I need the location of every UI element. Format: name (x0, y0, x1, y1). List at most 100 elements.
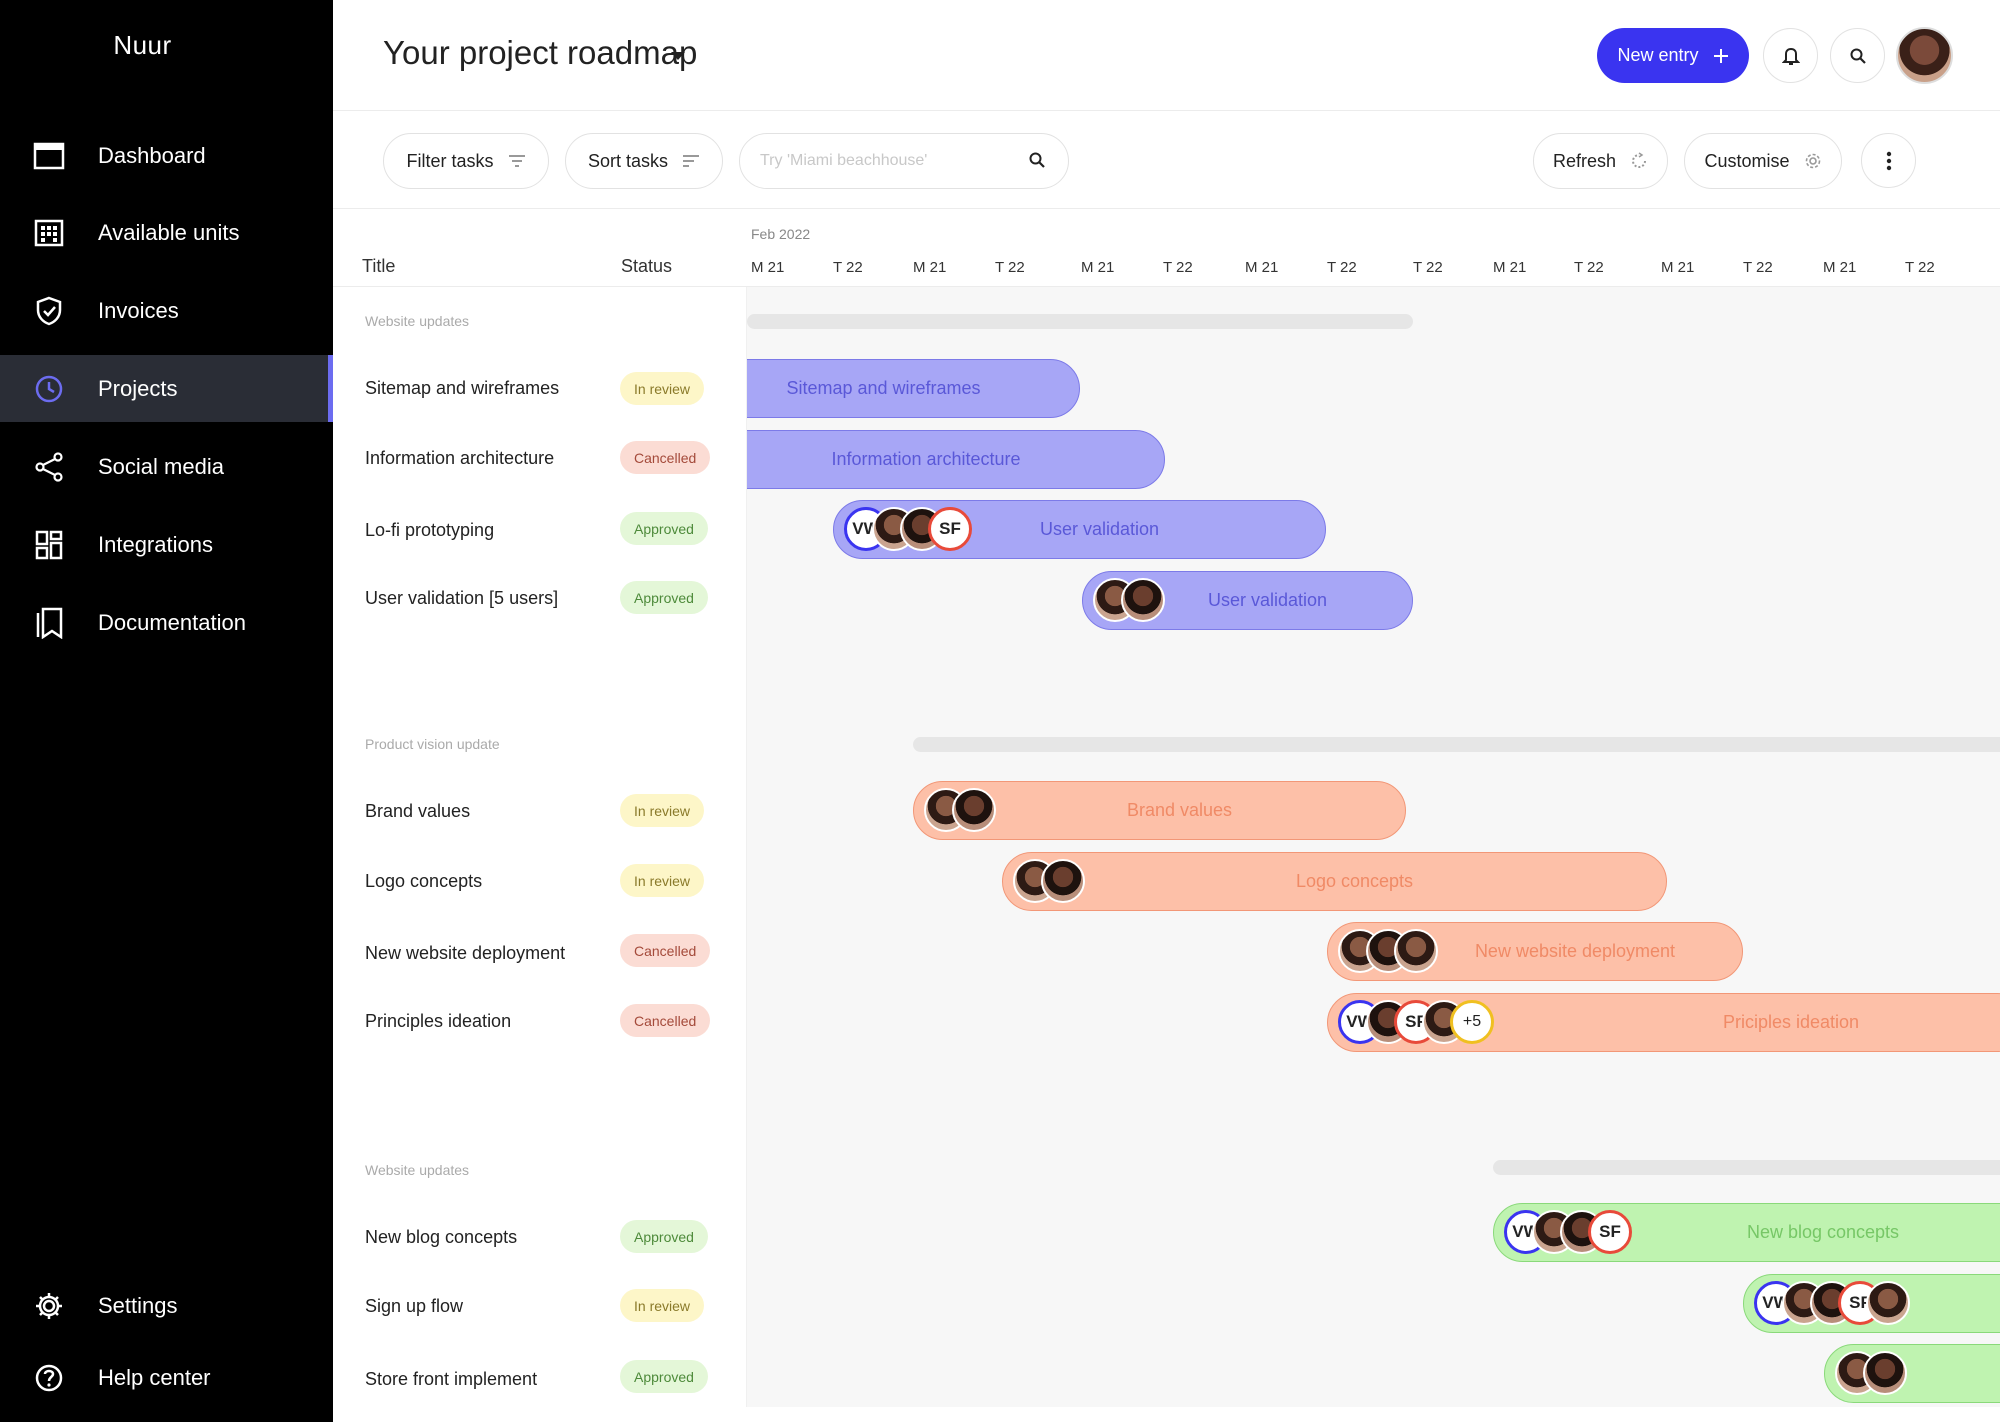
sidebar-item-label: Integrations (98, 531, 213, 557)
gantt-bar[interactable]: Information architecture (747, 430, 1165, 489)
task-title[interactable]: New blog concepts (365, 1227, 517, 1248)
task-title[interactable]: Principles ideation (365, 1011, 511, 1032)
sidebar-item-social-media[interactable]: Social media (0, 433, 333, 500)
gantt-bar-label: User validation (1039, 519, 1160, 539)
day-label: M 21 (1245, 259, 1279, 276)
sort-tasks-button[interactable]: Sort tasks (565, 133, 723, 189)
search-button[interactable] (1830, 28, 1885, 83)
dashboard-icon (33, 140, 65, 172)
task-title[interactable]: User validation [5 users] (365, 588, 558, 609)
sort-icon (683, 155, 700, 167)
sidebar-item-integrations[interactable]: Integrations (0, 511, 333, 578)
day-label: T 22 (995, 259, 1025, 276)
sidebar-item-label: Social media (98, 453, 224, 479)
group-label: Website updates (365, 313, 470, 329)
gantt-bar[interactable]: VW SF (1743, 1274, 2000, 1333)
customise-label: Customise (1704, 150, 1790, 171)
group-track (1493, 1160, 2000, 1175)
sidebar-item-dashboard[interactable]: Dashboard (0, 122, 333, 189)
sidebar-item-available-units[interactable]: Available units (0, 199, 333, 266)
day-label: M 21 (1661, 259, 1695, 276)
status-badge: In review (620, 372, 705, 405)
status-badge: Approved (620, 581, 708, 614)
user-avatar[interactable] (1896, 27, 1953, 84)
customise-button[interactable]: Customise (1684, 133, 1842, 189)
avatar[interactable] (1863, 1351, 1907, 1395)
day-label: T 22 (1163, 259, 1193, 276)
gantt-bar-label: New website deployment (1474, 941, 1676, 961)
task-title[interactable]: Sign up flow (365, 1296, 463, 1317)
chevron-down-icon[interactable] (671, 52, 685, 60)
task-title[interactable]: Lo-fi prototyping (365, 520, 494, 541)
gantt-bar[interactable] (1824, 1344, 2000, 1403)
status-badge: In review (620, 1289, 705, 1322)
gantt-bar[interactable]: VW SF +5 Priciples ideation (1327, 993, 2000, 1052)
task-title[interactable]: Brand values (365, 801, 470, 822)
day-label: M 21 (913, 259, 947, 276)
status-badge: Approved (620, 512, 708, 545)
sidebar: Nuur Dashboard Available units Invoices … (0, 0, 333, 1422)
sidebar-item-label: Documentation (98, 609, 246, 635)
filter-icon (508, 155, 525, 167)
filter-tasks-button[interactable]: Filter tasks (383, 133, 549, 189)
brand-logo: Nuur (113, 30, 172, 60)
month-label: Feb 2022 (751, 226, 811, 242)
day-label: T 22 (833, 259, 863, 276)
new-entry-button[interactable]: New entry (1597, 28, 1749, 83)
sidebar-item-label: Invoices (98, 297, 179, 323)
status-badge: Approved (620, 1360, 708, 1393)
status-badge: Cancelled (620, 934, 711, 967)
avatar[interactable] (1866, 1281, 1910, 1325)
gantt-bar-label: Brand values (1126, 800, 1233, 820)
column-status-header: Status (621, 256, 673, 276)
gantt-bar[interactable]: New website deployment (1327, 922, 1743, 981)
task-title[interactable]: Logo concepts (365, 871, 482, 892)
timeline-header: Title Status Feb 2022 M 21 T 22 M 21 T 2… (333, 209, 2000, 287)
day-label: M 21 (1823, 259, 1857, 276)
day-label: T 22 (1743, 259, 1773, 276)
search-tasks (739, 133, 1069, 189)
day-label: T 22 (1413, 259, 1443, 276)
gantt-bar[interactable]: VW SF User validation (833, 500, 1326, 559)
gear-icon (1805, 153, 1820, 169)
group-label: Website updates (365, 1162, 470, 1178)
sidebar-item-documentation[interactable]: Documentation (0, 589, 333, 656)
gantt-bar[interactable]: User validation (1082, 571, 1413, 630)
more-assignees-badge[interactable]: +5 (1450, 1000, 1494, 1044)
notifications-button[interactable] (1763, 28, 1818, 83)
gantt-bar[interactable]: Logo concepts (1002, 852, 1667, 911)
plus-icon (1713, 48, 1728, 63)
gantt-bar[interactable]: Sitemap and wireframes (747, 359, 1080, 418)
shield-check-icon (33, 295, 65, 327)
gantt-bar[interactable]: VW SF New blog concepts (1493, 1203, 2000, 1262)
assignee-avatars: VW SF (1754, 1281, 1910, 1325)
gantt-bar-label: Information architecture (831, 449, 1021, 469)
search-icon (1029, 152, 1045, 168)
task-title[interactable]: Information architecture (365, 448, 554, 469)
gantt-timeline: Sitemap and wireframes Information archi… (747, 287, 2000, 1407)
search-input[interactable] (760, 152, 1010, 170)
gantt-bar-label: Priciples ideation (1723, 1012, 1860, 1032)
sidebar-item-invoices[interactable]: Invoices (0, 277, 333, 344)
task-title[interactable]: New website deployment (365, 943, 565, 964)
more-vertical-icon (1886, 151, 1891, 170)
task-title[interactable]: Sitemap and wireframes (365, 378, 559, 399)
help-icon (33, 1362, 65, 1394)
sidebar-item-help-center[interactable]: Help center (0, 1344, 333, 1411)
new-entry-label: New entry (1617, 45, 1699, 65)
bookmark-icon (33, 607, 65, 639)
sidebar-item-settings[interactable]: Settings (0, 1272, 333, 1339)
app-root: Nuur Dashboard Available units Invoices … (0, 0, 2000, 1422)
more-options-button[interactable] (1861, 133, 1916, 188)
bell-icon (1781, 47, 1800, 65)
building-icon (33, 217, 65, 249)
gear-icon (33, 1290, 65, 1322)
group-track (747, 314, 1413, 329)
task-title[interactable]: Store front implement (365, 1369, 537, 1390)
sidebar-item-projects[interactable]: Projects (0, 355, 333, 422)
day-label: T 22 (1905, 259, 1935, 276)
page-header: Your project roadmap New entry (333, 0, 2000, 111)
refresh-button[interactable]: Refresh (1533, 133, 1668, 189)
assignee-avatars (1835, 1351, 1907, 1395)
gantt-bar[interactable]: Brand values (913, 781, 1406, 840)
